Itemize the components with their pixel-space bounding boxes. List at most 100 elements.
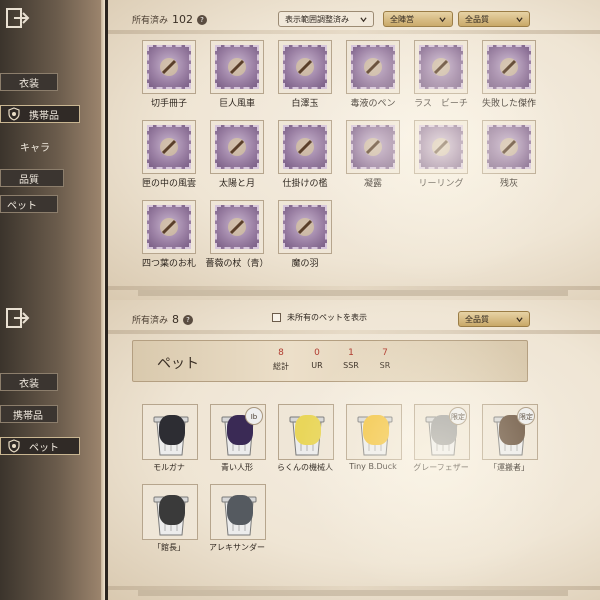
sidebar-item-pet[interactable]: ペット	[0, 437, 80, 455]
bird-icon	[227, 495, 253, 525]
quality-filter-dropdown[interactable]: 全品質	[458, 11, 530, 27]
accessory-item[interactable]: 切手冊子	[136, 40, 202, 116]
divider	[138, 290, 568, 296]
accessory-item[interactable]: ラス ビーチ	[408, 40, 474, 116]
sidebar-item-costume[interactable]: 衣装	[0, 73, 58, 91]
accessory-item[interactable]: 薔薇の杖（青）	[204, 200, 270, 276]
accessory-item[interactable]: 残灰	[476, 120, 542, 196]
pet-frame	[210, 484, 266, 540]
accessory-item[interactable]: 凝露	[340, 120, 406, 196]
sidebar-item-label: キャラ	[20, 142, 50, 154]
accessory-item[interactable]: 匣の中の風雲	[136, 120, 202, 196]
owned-count: 102	[172, 13, 194, 26]
pet-banner-title: ペット	[157, 356, 199, 372]
show-unowned-checkbox[interactable]	[272, 313, 281, 322]
stat-label: SR	[379, 361, 391, 370]
camp-filter-label: 全陣営	[390, 14, 414, 24]
pet-name: 青い人形	[221, 463, 253, 472]
pet-badge: 限定	[449, 407, 467, 425]
quality-filter-dropdown[interactable]: 全品質	[458, 311, 530, 327]
sidebar-item-costume[interactable]: 衣装	[0, 373, 58, 391]
stat-value: 0	[314, 348, 320, 358]
pet-item[interactable]: 限定 「運搬者」	[476, 404, 542, 480]
stat-label: UR	[311, 361, 323, 370]
chevron-down-icon	[360, 16, 367, 22]
accessory-name: 巨人風車	[218, 99, 255, 109]
pet-name: らくんの機械人	[277, 463, 333, 472]
windmill-icon	[215, 45, 259, 89]
accessory-panel: 衣装 携帯品 キャラ 品質 ペット 所有済み 102 ? 表示範囲調整済み 全陣…	[0, 0, 600, 300]
accessory-item[interactable]: 毒液のペン	[340, 40, 406, 116]
accessory-name: 四つ葉のお札	[141, 259, 196, 269]
range-filter-label: 表示範囲調整済み	[285, 14, 349, 24]
stamp-frame	[482, 40, 536, 94]
accessory-name: 太陽と月	[218, 179, 255, 189]
accessory-name: 切手冊子	[150, 99, 187, 109]
sidebar-item-accessory[interactable]: 携帯品	[0, 105, 80, 123]
pet-item[interactable]: 「館長」	[136, 484, 202, 560]
accessory-name: 凝露	[363, 179, 382, 189]
accessory-item[interactable]: 仕掛けの檻	[272, 120, 338, 196]
box-icon	[147, 125, 191, 169]
stamp-frame	[482, 120, 536, 174]
stamp-frame	[414, 120, 468, 174]
quality-filter-label: 全品質	[465, 314, 489, 324]
pet-panel: 衣装 携帯品 ペット 所有済み 8 ? 未所有のペットを表示 全品質 ペット 8…	[0, 300, 600, 600]
accessory-item[interactable]: 白澤玉	[272, 40, 338, 116]
pen-icon	[351, 45, 395, 89]
exit-icon[interactable]	[4, 6, 30, 30]
stat-value: 1	[348, 348, 354, 358]
pet-name: Tiny B.Duck	[349, 462, 397, 471]
stamp-frame	[278, 200, 332, 254]
stamp-frame	[278, 120, 332, 174]
pet-item[interactable]: 限定 グレーフェザー	[408, 404, 474, 480]
dew-orb-icon	[351, 125, 395, 169]
divider	[138, 590, 568, 596]
owned-summary: 所有済み 102 ?	[132, 13, 208, 26]
accessory-name: 仕掛けの檻	[282, 179, 328, 189]
sidebar-item-label: ペット	[29, 442, 59, 454]
accessory-name: 毒液のペン	[350, 99, 396, 109]
pet-item[interactable]: らくんの機械人	[272, 404, 338, 480]
pet-item[interactable]: Ib 青い人形	[204, 404, 270, 480]
accessory-name: 残灰	[499, 179, 518, 189]
stat-value: 8	[278, 348, 284, 358]
stamp-frame	[210, 120, 264, 174]
stamp-frame	[210, 200, 264, 254]
sidebar-item-accessory[interactable]: 携帯品	[0, 405, 58, 423]
chevron-down-icon	[516, 316, 523, 322]
shield-icon	[8, 439, 20, 453]
accessory-item[interactable]: 四つ葉のお札	[136, 200, 202, 276]
cat-icon	[159, 415, 185, 445]
sidebar-item-label: 携帯品	[29, 110, 59, 122]
accessory-item[interactable]: 太陽と月	[204, 120, 270, 196]
chevron-down-icon	[439, 16, 446, 22]
accessory-item[interactable]: 巨人風車	[204, 40, 270, 116]
pet-item[interactable]: モルガナ	[136, 404, 202, 480]
sidebar-item-character[interactable]: キャラ	[0, 137, 70, 155]
stamp-frame	[414, 40, 468, 94]
camp-filter-dropdown[interactable]: 全陣営	[383, 11, 453, 27]
pet-item[interactable]: Tiny B.Duck	[340, 404, 406, 480]
accessory-name: 失敗した傑作	[481, 99, 536, 109]
pet-badge: Ib	[245, 407, 263, 425]
exit-icon[interactable]	[4, 306, 30, 330]
accessory-name: 白澤玉	[291, 99, 319, 109]
help-icon[interactable]: ?	[197, 14, 208, 25]
range-filter-dropdown[interactable]: 表示範囲調整済み	[278, 11, 374, 27]
accessory-item[interactable]: 失敗した傑作	[476, 40, 542, 116]
pet-item[interactable]: アレキサンダー	[204, 484, 270, 560]
accessory-content: 所有済み 102 ? 表示範囲調整済み 全陣営 全品質 切手冊子 巨人風車 白澤玉 毒…	[108, 0, 600, 300]
accessory-item[interactable]: 魔の羽	[272, 200, 338, 276]
stat-ssr: 1 SSR	[333, 348, 369, 370]
show-unowned-toggle[interactable]: 未所有のペットを表示	[272, 312, 367, 323]
accessory-item[interactable]: リーリング	[408, 120, 474, 196]
clover-icon	[147, 205, 191, 249]
candy-icon	[419, 45, 463, 89]
doll-icon	[487, 45, 531, 89]
stamp-frame	[142, 120, 196, 174]
help-icon[interactable]: ?	[183, 314, 194, 325]
sidebar-item-pet[interactable]: ペット	[0, 195, 58, 213]
sun-moon-key-icon	[215, 125, 259, 169]
sidebar-item-quality[interactable]: 品質	[0, 169, 64, 187]
